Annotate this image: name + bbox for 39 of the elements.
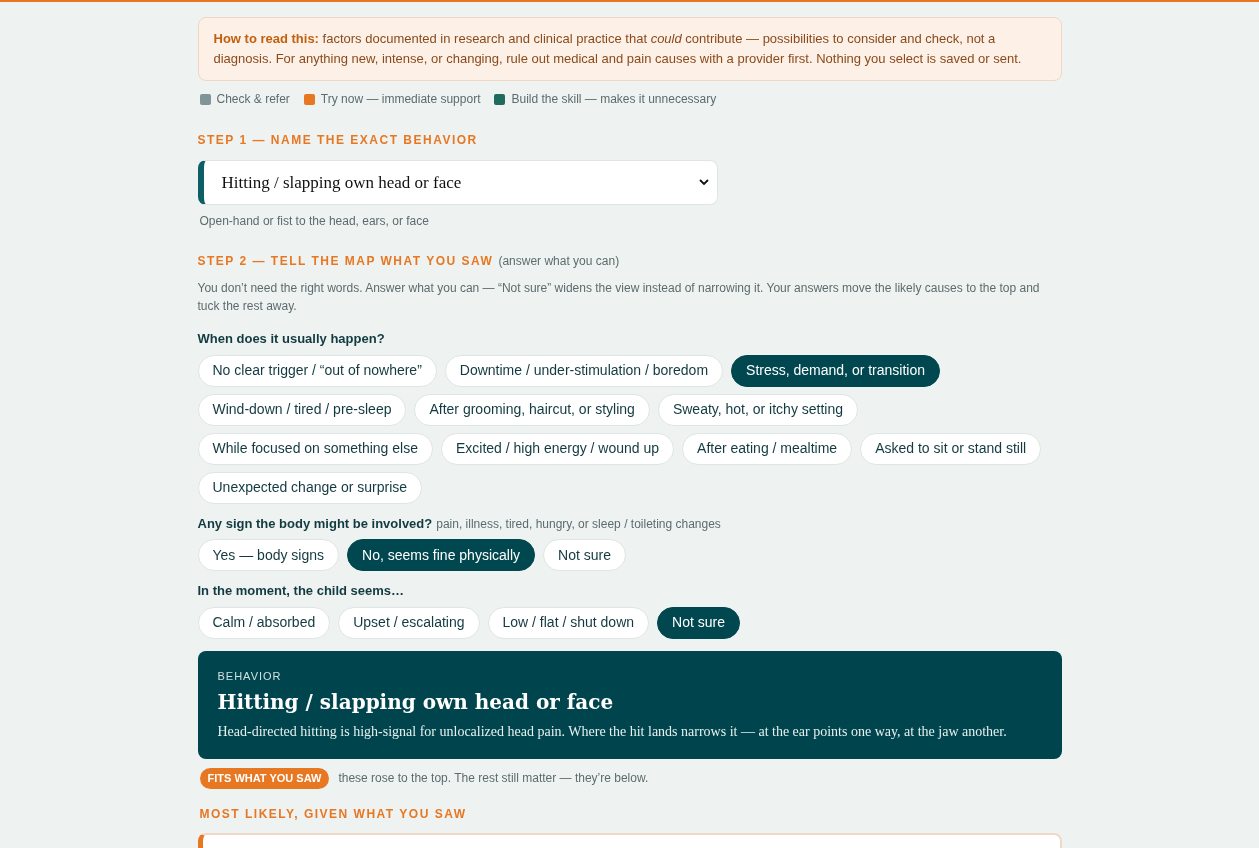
legend-label: Try now — immediate support	[320, 91, 481, 108]
option-chip[interactable]: Upset / escalating	[338, 606, 480, 639]
option-chip[interactable]: Low / flat / shut down	[487, 606, 650, 639]
fits-text: these rose to the top. The rest still matter — they’re below.	[338, 770, 649, 788]
option-chip[interactable]: Stress, demand, or transition	[731, 354, 941, 387]
option-chip[interactable]: Excited / high energy / wound up	[440, 432, 675, 465]
step-intro: You don’t need the right words. Answer what you can — “Not sure” widens the view instead of narrowing it. Your answers move the likely causes to the top and tuck the rest away.	[197, 280, 1041, 315]
card-text: Head-directed hitting is high-signal for unlocalized head pain. Where the hit lands narrows it — at the ear points one way, at the jaw another.	[217, 723, 1008, 741]
section-heading: MOST LIKELY, GIVEN WHAT YOU SAW	[199, 805, 468, 823]
option-chip[interactable]: Downtime / under-stimulation / boredom	[444, 354, 724, 387]
option-chip[interactable]: Calm / absorbed	[197, 606, 331, 639]
question-label: In the moment, the child seems…	[197, 582, 405, 600]
option-chip[interactable]: Wind-down / tired / pre-sleep	[197, 393, 407, 426]
option-chip[interactable]: While focused on something else	[197, 432, 433, 465]
notice-text: How to read this: factors documented in research and clinical practice that could contribute — possibilities to consider and check, not a diagnosis. For anything new, intense, or changing, rule out medical and pain causes with a provider first. Nothing you select is saved or sent.	[213, 30, 1023, 68]
option-chip[interactable]: After eating / mealtime	[682, 432, 853, 465]
step-heading: STEP 1 — NAME THE EXACT BEHAVIOR	[197, 132, 479, 149]
option-chip[interactable]: Unexpected change or surprise	[197, 471, 423, 504]
card-title: Hitting / slapping own head or face	[217, 689, 615, 715]
option-chip[interactable]: Yes — body signs	[197, 539, 340, 571]
option-chip[interactable]: No, seems fine physically	[347, 539, 535, 571]
behavior-hint: Open-hand or fist to the head, ears, or face	[199, 213, 430, 230]
behavior-select[interactable]: Hitting / slapping own head or face	[197, 160, 718, 205]
legend-label: Build the skill — makes it unnecessary	[511, 91, 717, 108]
option-chip[interactable]: Sweaty, hot, or itchy setting	[657, 393, 859, 426]
question-label: Any sign the body might be involved?	[197, 514, 433, 533]
question-label: When does it usually happen?	[197, 330, 385, 348]
option-chip[interactable]: After grooming, haircut, or styling	[414, 393, 650, 426]
step-note: (answer what you can)	[498, 253, 620, 270]
option-chip[interactable]: Not sure	[543, 539, 626, 571]
fits-badge: FITS WHAT YOU SAW	[199, 768, 330, 789]
legend-label: Check & refer	[216, 91, 290, 108]
question-note: pain, illness, tired, hungry, or sleep / toileting changes	[436, 515, 721, 533]
step-heading: STEP 2 — TELL THE MAP WHAT YOU SAW	[197, 253, 494, 270]
option-chip[interactable]: No clear trigger / “out of nowhere”	[197, 354, 437, 387]
option-chip[interactable]: Not sure	[657, 606, 740, 639]
card-eyebrow: BEHAVIOR	[217, 668, 283, 684]
chevron-icon	[698, 179, 709, 186]
option-chip[interactable]: Asked to sit or stand still	[860, 432, 1042, 465]
